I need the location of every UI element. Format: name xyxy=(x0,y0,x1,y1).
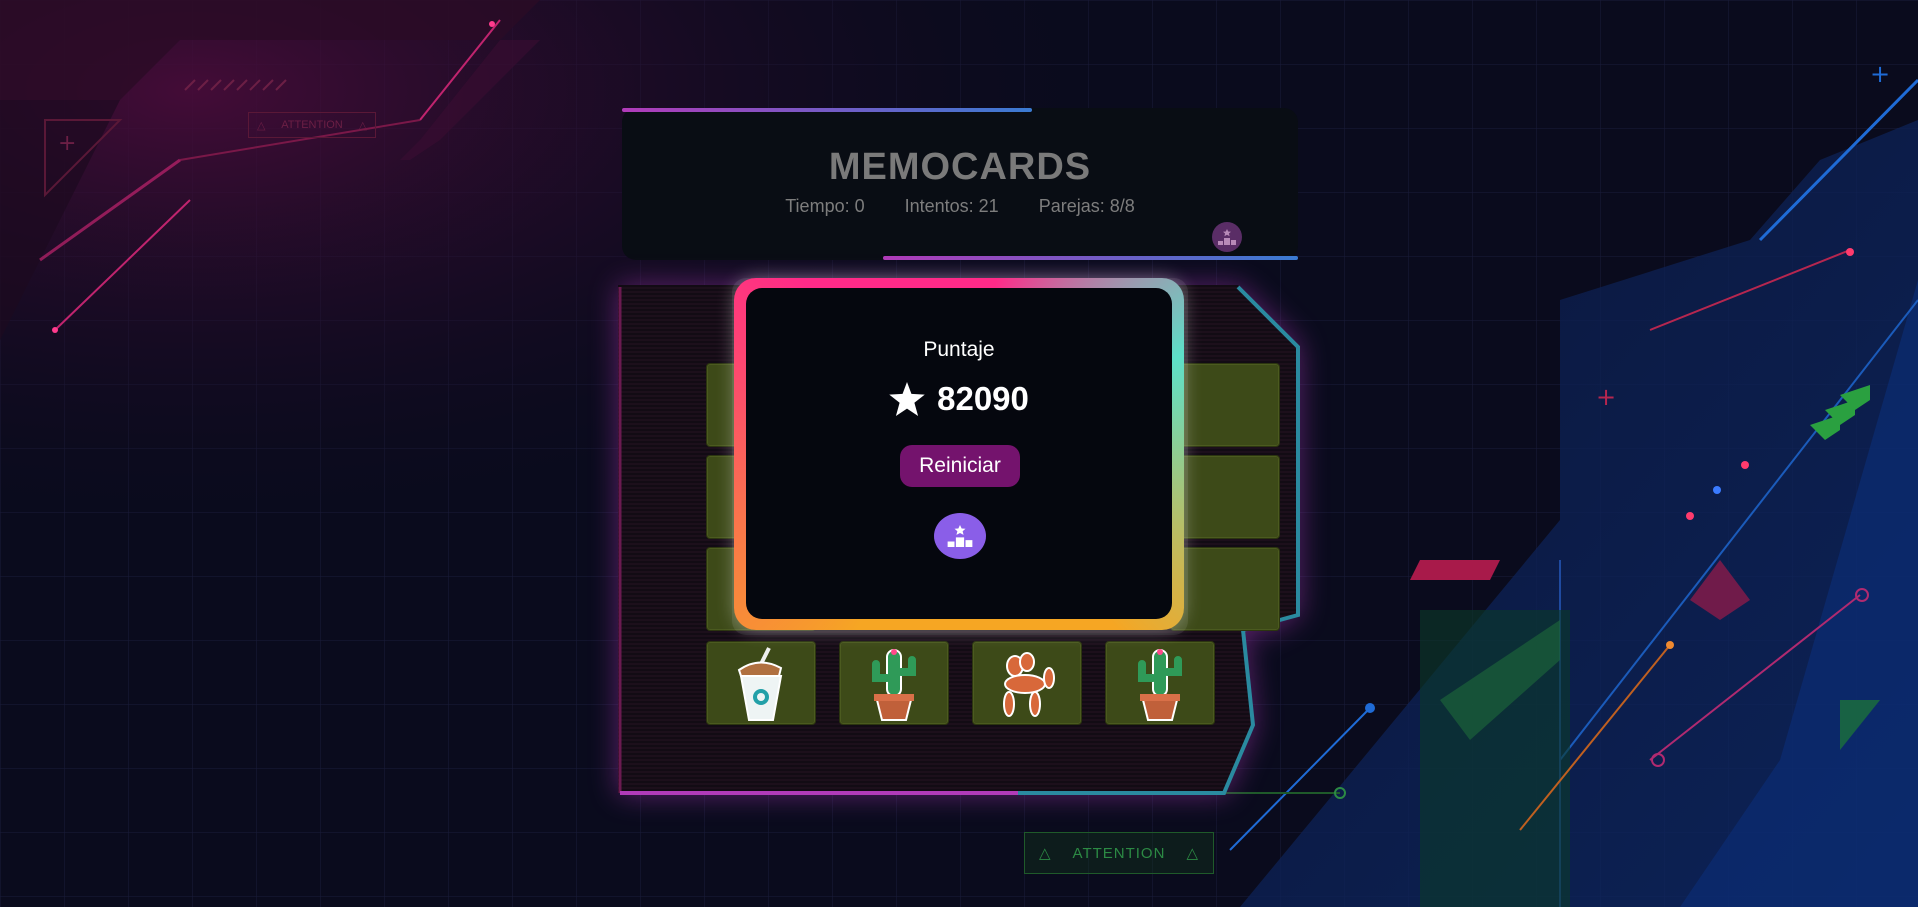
warning-icon: △ xyxy=(1186,845,1199,862)
stats-bar: Tiempo: 0 Intentos: 21 Parejas: 8/8 xyxy=(622,196,1298,217)
game-header: MEMOCARDS Tiempo: 0 Intentos: 21 Parejas… xyxy=(622,108,1298,260)
memory-card[interactable] xyxy=(839,641,949,725)
score-row: 82090 xyxy=(746,380,1172,418)
cactus-icon xyxy=(1138,649,1182,721)
attention-label: ATTENTION xyxy=(1072,844,1166,862)
header-accent-line xyxy=(883,256,1298,260)
time-value: 0 xyxy=(854,196,865,216)
score-modal: Puntaje 82090 Reiniciar xyxy=(746,288,1172,619)
time-label: Tiempo: xyxy=(785,196,850,216)
svg-text:+: + xyxy=(1870,60,1890,88)
pairs-label: Parejas: xyxy=(1038,196,1105,216)
restart-button[interactable]: Reiniciar xyxy=(900,445,1020,487)
warning-icon: △ xyxy=(257,119,266,132)
drink-cup-icon xyxy=(737,647,783,721)
podium-icon xyxy=(947,525,973,547)
warning-icon: △ xyxy=(1039,845,1052,862)
svg-text:+: + xyxy=(1596,383,1616,411)
memory-card[interactable] xyxy=(706,641,816,725)
attention-badge-top: △ ATTENTION △ xyxy=(248,112,376,138)
header-accent-line xyxy=(622,108,1032,112)
ranking-button[interactable] xyxy=(934,513,986,559)
attempts-stat: Intentos: 21 xyxy=(905,196,999,217)
score-label: Puntaje xyxy=(923,338,995,361)
attempts-value: 21 xyxy=(978,196,999,216)
podium-icon xyxy=(1218,229,1236,245)
time-stat: Tiempo: 0 xyxy=(785,196,864,217)
pairs-stat: Parejas: 8/8 xyxy=(1039,196,1135,217)
attention-top-label: ATTENTION xyxy=(281,119,343,131)
attempts-label: Intentos: xyxy=(904,196,974,216)
svg-text:+: + xyxy=(58,131,76,156)
ranking-button[interactable] xyxy=(1212,222,1242,252)
balloon-dog-icon xyxy=(1003,652,1055,717)
memory-card[interactable] xyxy=(972,641,1082,725)
cactus-icon xyxy=(872,649,916,721)
score-value: 82090 xyxy=(937,380,1029,417)
memory-card[interactable] xyxy=(1105,641,1215,725)
star-icon xyxy=(889,382,925,416)
warning-icon: △ xyxy=(358,119,367,132)
attention-badge: △ ATTENTION △ xyxy=(1024,832,1214,874)
pairs-value: 8/8 xyxy=(1109,196,1135,216)
page-title: MEMOCARDS xyxy=(828,146,1092,188)
